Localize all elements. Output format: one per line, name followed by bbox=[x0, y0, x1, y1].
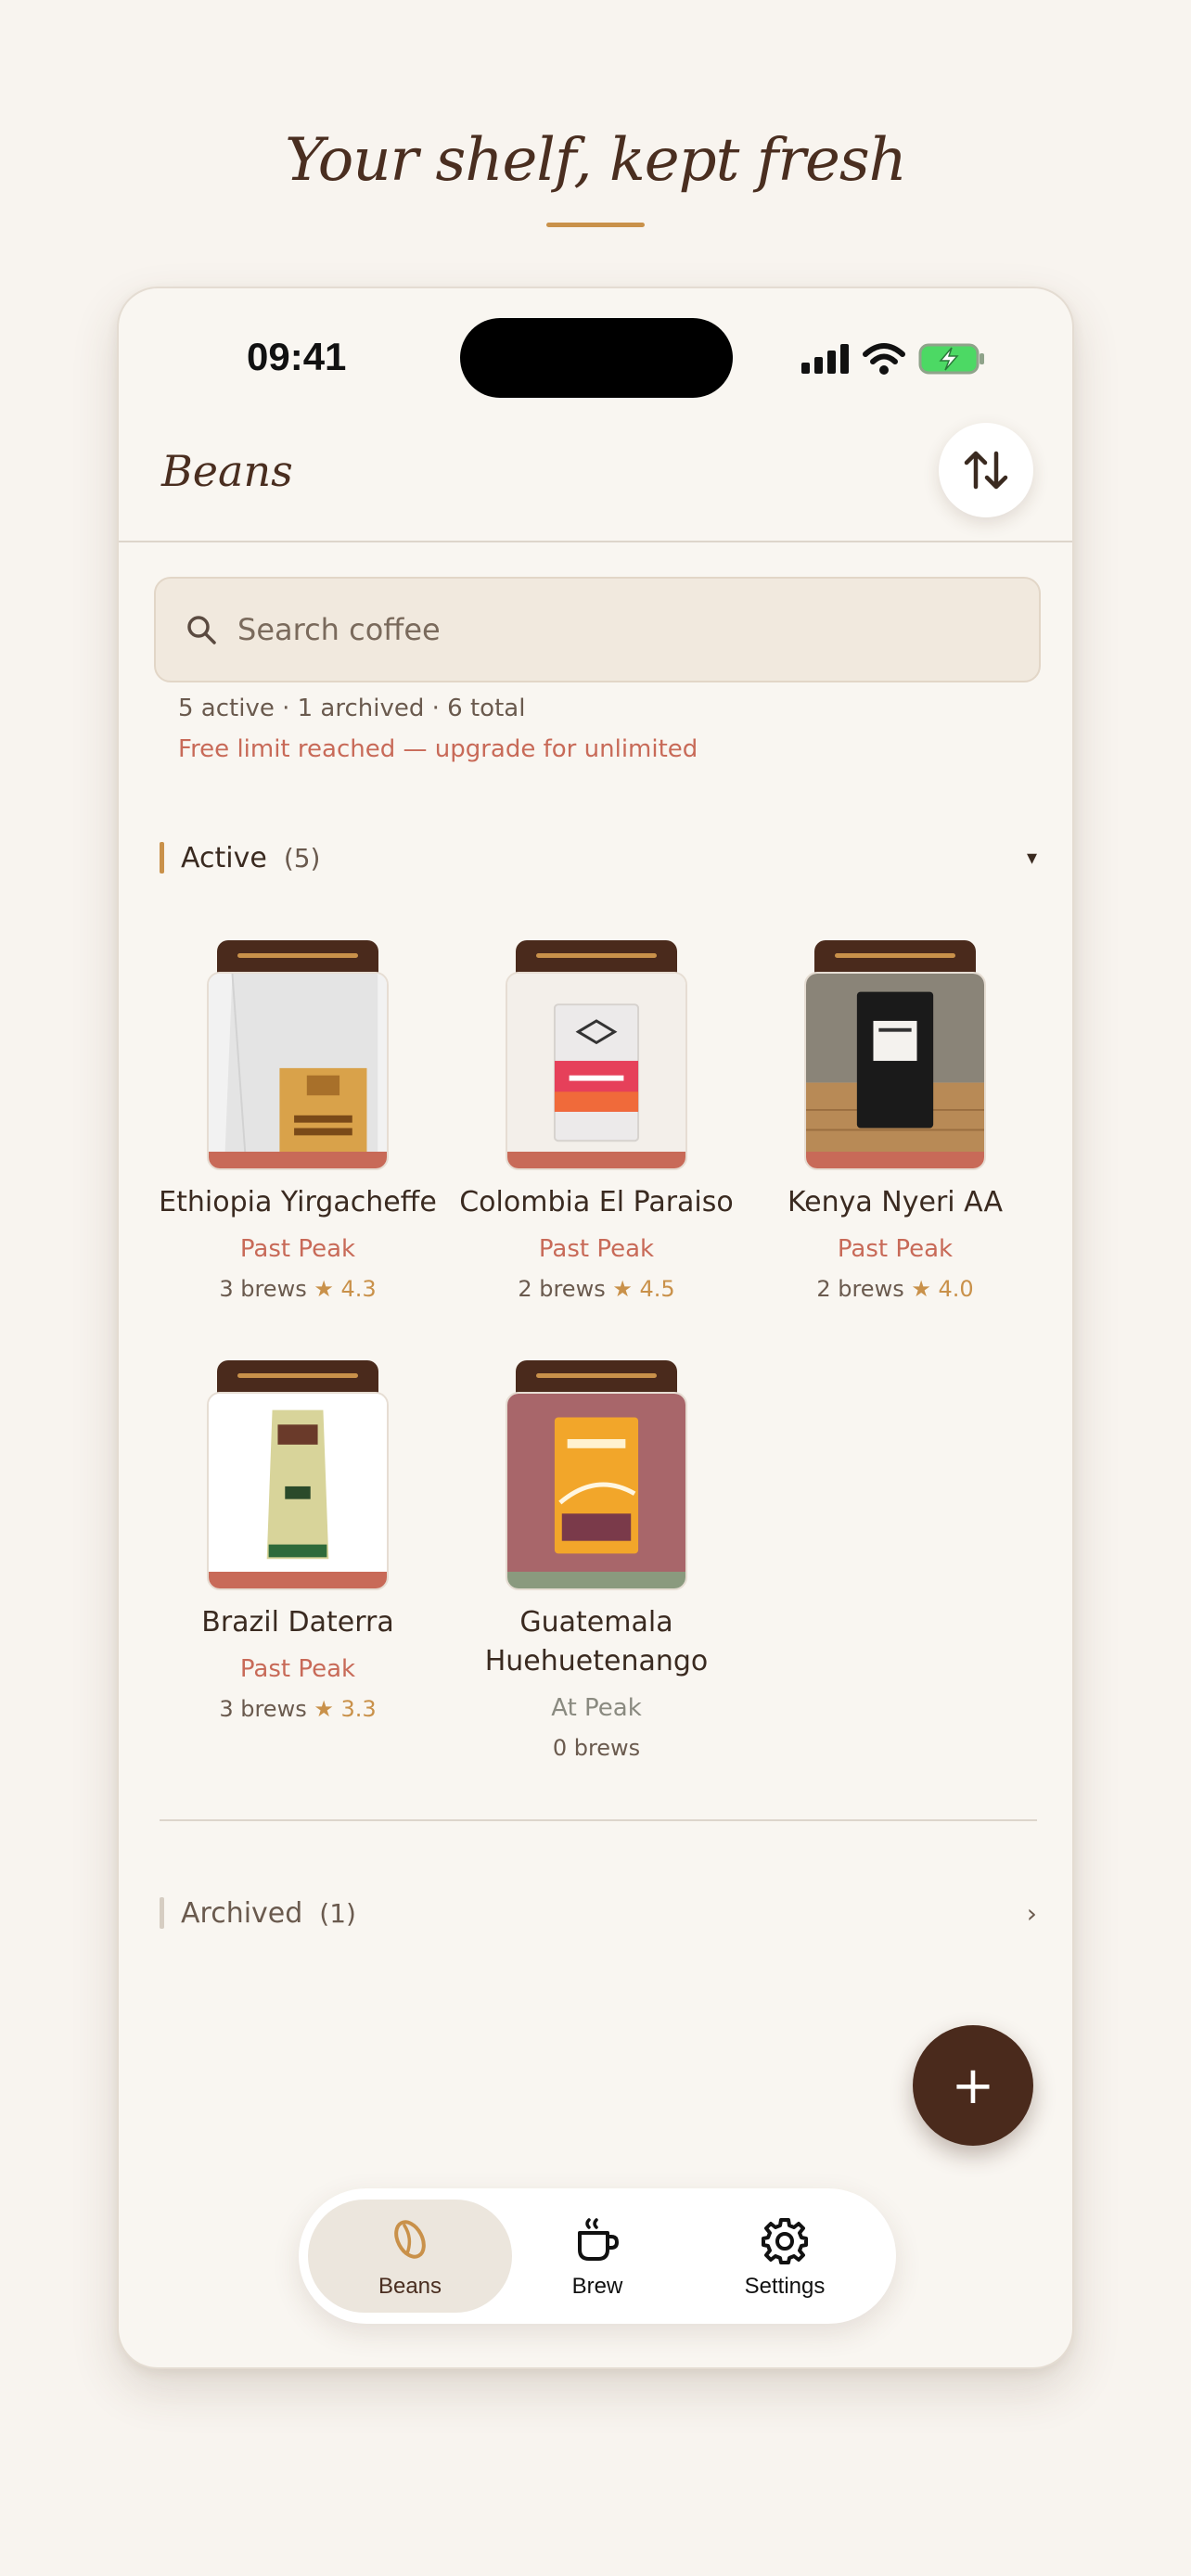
bean-name: Ethiopia Yirgacheffe bbox=[159, 1186, 437, 1218]
section-active-label: Active bbox=[181, 841, 267, 874]
brew-count: 2 brews bbox=[518, 1276, 606, 1302]
phone-frame: 09:41 Beans Search coffee 5 active · 1 a… bbox=[117, 287, 1074, 2369]
rating-value: 4.3 bbox=[340, 1276, 377, 1302]
freshness-status: Past Peak bbox=[239, 1655, 356, 1683]
chevron-down-icon: ▾ bbox=[1026, 846, 1037, 870]
section-active-toggle[interactable]: Active (5) ▾ bbox=[160, 841, 1037, 874]
section-active-count: (5) bbox=[283, 842, 321, 874]
search-icon bbox=[187, 616, 216, 644]
rating-value: 4.5 bbox=[639, 1276, 675, 1302]
jar bbox=[207, 972, 389, 1170]
freshness-status: Past Peak bbox=[239, 1235, 356, 1263]
bean-meta: 3 brews ★ 4.3 bbox=[149, 1276, 446, 1302]
bean-card-ethiopia[interactable]: Ethiopia Yirgacheffe Past Peak 3 brews ★… bbox=[149, 940, 446, 1302]
tab-label: Beans bbox=[378, 2274, 442, 2299]
freshness-bar bbox=[507, 1152, 685, 1168]
brew-count: 3 brews bbox=[219, 1696, 307, 1722]
add-bean-button[interactable]: + bbox=[913, 2025, 1033, 2146]
star-icon: ★ bbox=[612, 1276, 633, 1302]
star-icon: ★ bbox=[314, 1276, 334, 1302]
bean-card-brazil[interactable]: Brazil Daterra Past Peak 3 brews ★ 3.3 bbox=[149, 1360, 446, 1722]
sort-button[interactable] bbox=[939, 423, 1033, 517]
sort-arrows-icon bbox=[964, 451, 1008, 490]
coffee-bean-icon bbox=[394, 2220, 426, 2259]
jar bbox=[506, 972, 687, 1170]
bean-bag-photo bbox=[209, 1394, 387, 1572]
status-icons bbox=[801, 342, 987, 376]
freshness-status: Past Peak bbox=[538, 1235, 655, 1263]
headline-underline bbox=[546, 223, 645, 227]
freshness-bar bbox=[507, 1572, 685, 1588]
freshness-status: At Peak bbox=[551, 1694, 642, 1722]
brew-count: 2 brews bbox=[816, 1276, 904, 1302]
jar bbox=[804, 972, 986, 1170]
chevron-right-icon: › bbox=[1026, 1897, 1037, 1929]
jar-lid bbox=[814, 940, 976, 974]
section-accent-bar bbox=[160, 1897, 164, 1929]
page-title: Beans bbox=[161, 446, 293, 496]
bean-name: Kenya Nyeri AA bbox=[787, 1186, 1004, 1218]
bean-bag-photo bbox=[507, 974, 685, 1152]
rating-value: 3.3 bbox=[340, 1696, 377, 1722]
freshness-bar bbox=[209, 1572, 387, 1588]
tab-label: Settings bbox=[744, 2274, 826, 2299]
tab-beans[interactable]: Beans bbox=[308, 2200, 512, 2313]
search-input[interactable]: Search coffee bbox=[154, 577, 1041, 682]
coffee-cup-icon bbox=[578, 2218, 620, 2261]
jar-lid bbox=[516, 940, 677, 974]
jar bbox=[506, 1392, 687, 1590]
bean-bag-photo bbox=[209, 974, 387, 1152]
header-divider bbox=[119, 541, 1072, 542]
jar-lid bbox=[217, 1360, 378, 1394]
bean-meta: 2 brews ★ 4.5 bbox=[448, 1276, 745, 1302]
star-icon: ★ bbox=[911, 1276, 931, 1302]
jar-lid bbox=[516, 1360, 677, 1394]
jar bbox=[207, 1392, 389, 1590]
bean-bag-photo bbox=[507, 1394, 685, 1572]
freshness-bar bbox=[806, 1152, 984, 1168]
brew-count: 0 brews bbox=[552, 1735, 641, 1761]
bean-card-guatemala[interactable]: Guatemala Huehuetenango At Peak 0 brews bbox=[448, 1360, 745, 1768]
tab-brew[interactable]: Brew bbox=[495, 2200, 699, 2313]
bean-name: Guatemala Huehuetenango bbox=[484, 1606, 709, 1677]
tab-settings[interactable]: Settings bbox=[683, 2200, 887, 2313]
bean-meta: 2 brews ★ 4.0 bbox=[747, 1276, 1044, 1302]
upgrade-link[interactable]: Free limit reached — upgrade for unlimit… bbox=[178, 735, 698, 763]
dynamic-island bbox=[460, 318, 733, 398]
shelf-counts: 5 active · 1 archived · 6 total bbox=[178, 695, 526, 722]
gear-icon bbox=[762, 2218, 808, 2264]
bean-name: Brazil Daterra bbox=[201, 1606, 394, 1639]
bean-card-colombia[interactable]: Colombia El Paraiso Past Peak 2 brews ★ … bbox=[448, 940, 745, 1302]
section-archived-toggle[interactable]: Archived (1) › bbox=[160, 1896, 1037, 1930]
bean-meta: 3 brews ★ 3.3 bbox=[149, 1696, 446, 1722]
tab-bar: Beans Brew Settings bbox=[299, 2188, 896, 2324]
signal-icon bbox=[801, 344, 849, 374]
section-divider bbox=[160, 1819, 1037, 1821]
headline: Your shelf, kept fresh bbox=[285, 126, 907, 195]
star-icon: ★ bbox=[314, 1696, 334, 1722]
brew-count: 3 brews bbox=[219, 1276, 307, 1302]
bean-card-kenya[interactable]: Kenya Nyeri AA Past Peak 2 brews ★ 4.0 bbox=[747, 940, 1044, 1302]
battery-charging-icon bbox=[918, 343, 984, 375]
jar-lid bbox=[217, 940, 378, 974]
status-time: 09:41 bbox=[247, 335, 347, 378]
freshness-status: Past Peak bbox=[837, 1235, 954, 1263]
bean-name: Colombia El Paraiso bbox=[459, 1186, 734, 1218]
bean-meta: 0 brews bbox=[448, 1735, 745, 1761]
rating-value: 4.0 bbox=[938, 1276, 974, 1302]
wifi-icon bbox=[863, 343, 905, 375]
section-archived-count: (1) bbox=[319, 1897, 356, 1929]
section-accent-bar bbox=[160, 842, 164, 874]
tab-label: Brew bbox=[571, 2274, 623, 2299]
bean-bag-photo bbox=[806, 974, 984, 1152]
search-placeholder: Search coffee bbox=[237, 612, 441, 647]
freshness-bar bbox=[209, 1152, 387, 1168]
section-archived-label: Archived bbox=[181, 1896, 303, 1930]
